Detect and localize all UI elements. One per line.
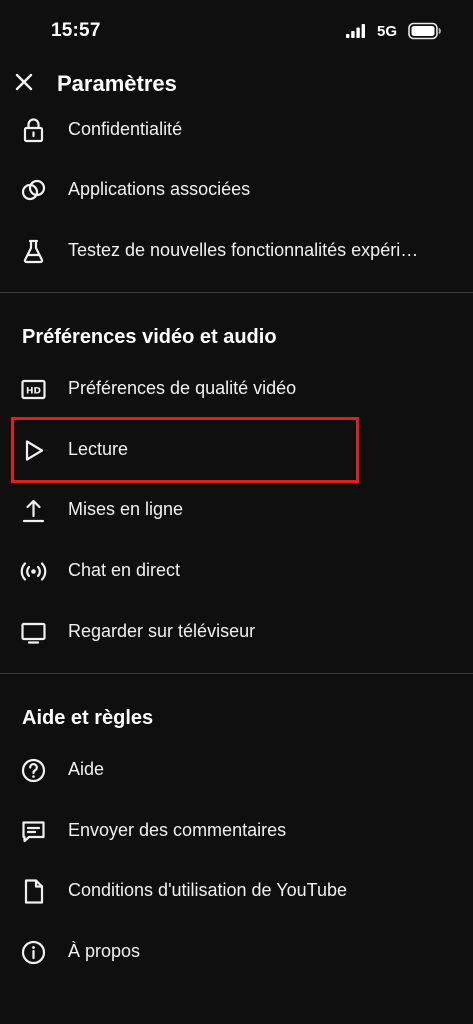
settings-item-label: Conditions d'utilisation de YouTube [68, 880, 347, 900]
help-circle-icon [21, 758, 46, 783]
settings-item-label: Envoyer des commentaires [68, 820, 287, 840]
settings-item-privacy[interactable]: Confidentialité [0, 100, 473, 160]
signal-icon [346, 24, 365, 38]
battery-icon [408, 22, 441, 40]
section-title-help: Aide et règles [22, 707, 154, 729]
settings-item-label: Chat en direct [68, 560, 181, 580]
settings-item-label: Aide [68, 759, 105, 779]
lock-icon [23, 118, 44, 143]
page-title: Paramètres [57, 71, 177, 96]
live-broadcast-icon [20, 562, 47, 581]
document-icon [24, 879, 44, 904]
settings-item-playback[interactable]: Lecture [0, 420, 473, 480]
info-icon [21, 940, 46, 965]
settings-item-connected-apps[interactable]: Applications associées [0, 160, 473, 220]
close-icon [15, 73, 33, 91]
hd-icon: HD [21, 379, 46, 400]
close-button[interactable] [10, 68, 38, 96]
settings-item-label: Mises en ligne [68, 499, 184, 519]
settings-item-try-features[interactable]: Testez de nouvelles fonctionnalités expé… [0, 221, 473, 281]
settings-item-label: Lecture [68, 439, 129, 459]
section-divider [0, 292, 473, 293]
play-icon [25, 440, 44, 461]
settings-item-send-feedback[interactable]: Envoyer des commentaires [0, 801, 473, 861]
section-title-video-audio: Préférences vidéo et audio [22, 326, 277, 348]
settings-item-live-chat[interactable]: Chat en direct [0, 541, 473, 601]
network-type: 5G [377, 23, 398, 40]
tv-icon [21, 622, 46, 644]
settings-item-label: À propos [68, 941, 141, 961]
settings-item-terms[interactable]: Conditions d'utilisation de YouTube [0, 861, 473, 921]
flask-icon [23, 239, 44, 264]
settings-item-label: Testez de nouvelles fonctionnalités expé… [68, 240, 419, 260]
settings-item-uploads[interactable]: Mises en ligne [0, 480, 473, 540]
settings-item-label: Regarder sur téléviseur [68, 621, 256, 641]
settings-item-about[interactable]: À propos [0, 922, 473, 982]
settings-item-label: Préférences de qualité vidéo [68, 378, 297, 398]
settings-item-label: Applications associées [68, 179, 251, 199]
svg-text:HD: HD [26, 387, 41, 397]
settings-item-help[interactable]: Aide [0, 740, 473, 800]
linked-circles-icon [21, 179, 46, 201]
section-divider [0, 673, 473, 674]
status-time: 15:57 [51, 20, 101, 41]
settings-item-label: Confidentialité [68, 119, 183, 139]
upload-icon [22, 499, 45, 523]
settings-item-video-quality[interactable]: HD Préférences de qualité vidéo [0, 359, 473, 419]
settings-item-watch-on-tv[interactable]: Regarder sur téléviseur [0, 602, 473, 662]
status-bar: 15:57 5G [0, 0, 473, 60]
feedback-icon [22, 821, 45, 843]
